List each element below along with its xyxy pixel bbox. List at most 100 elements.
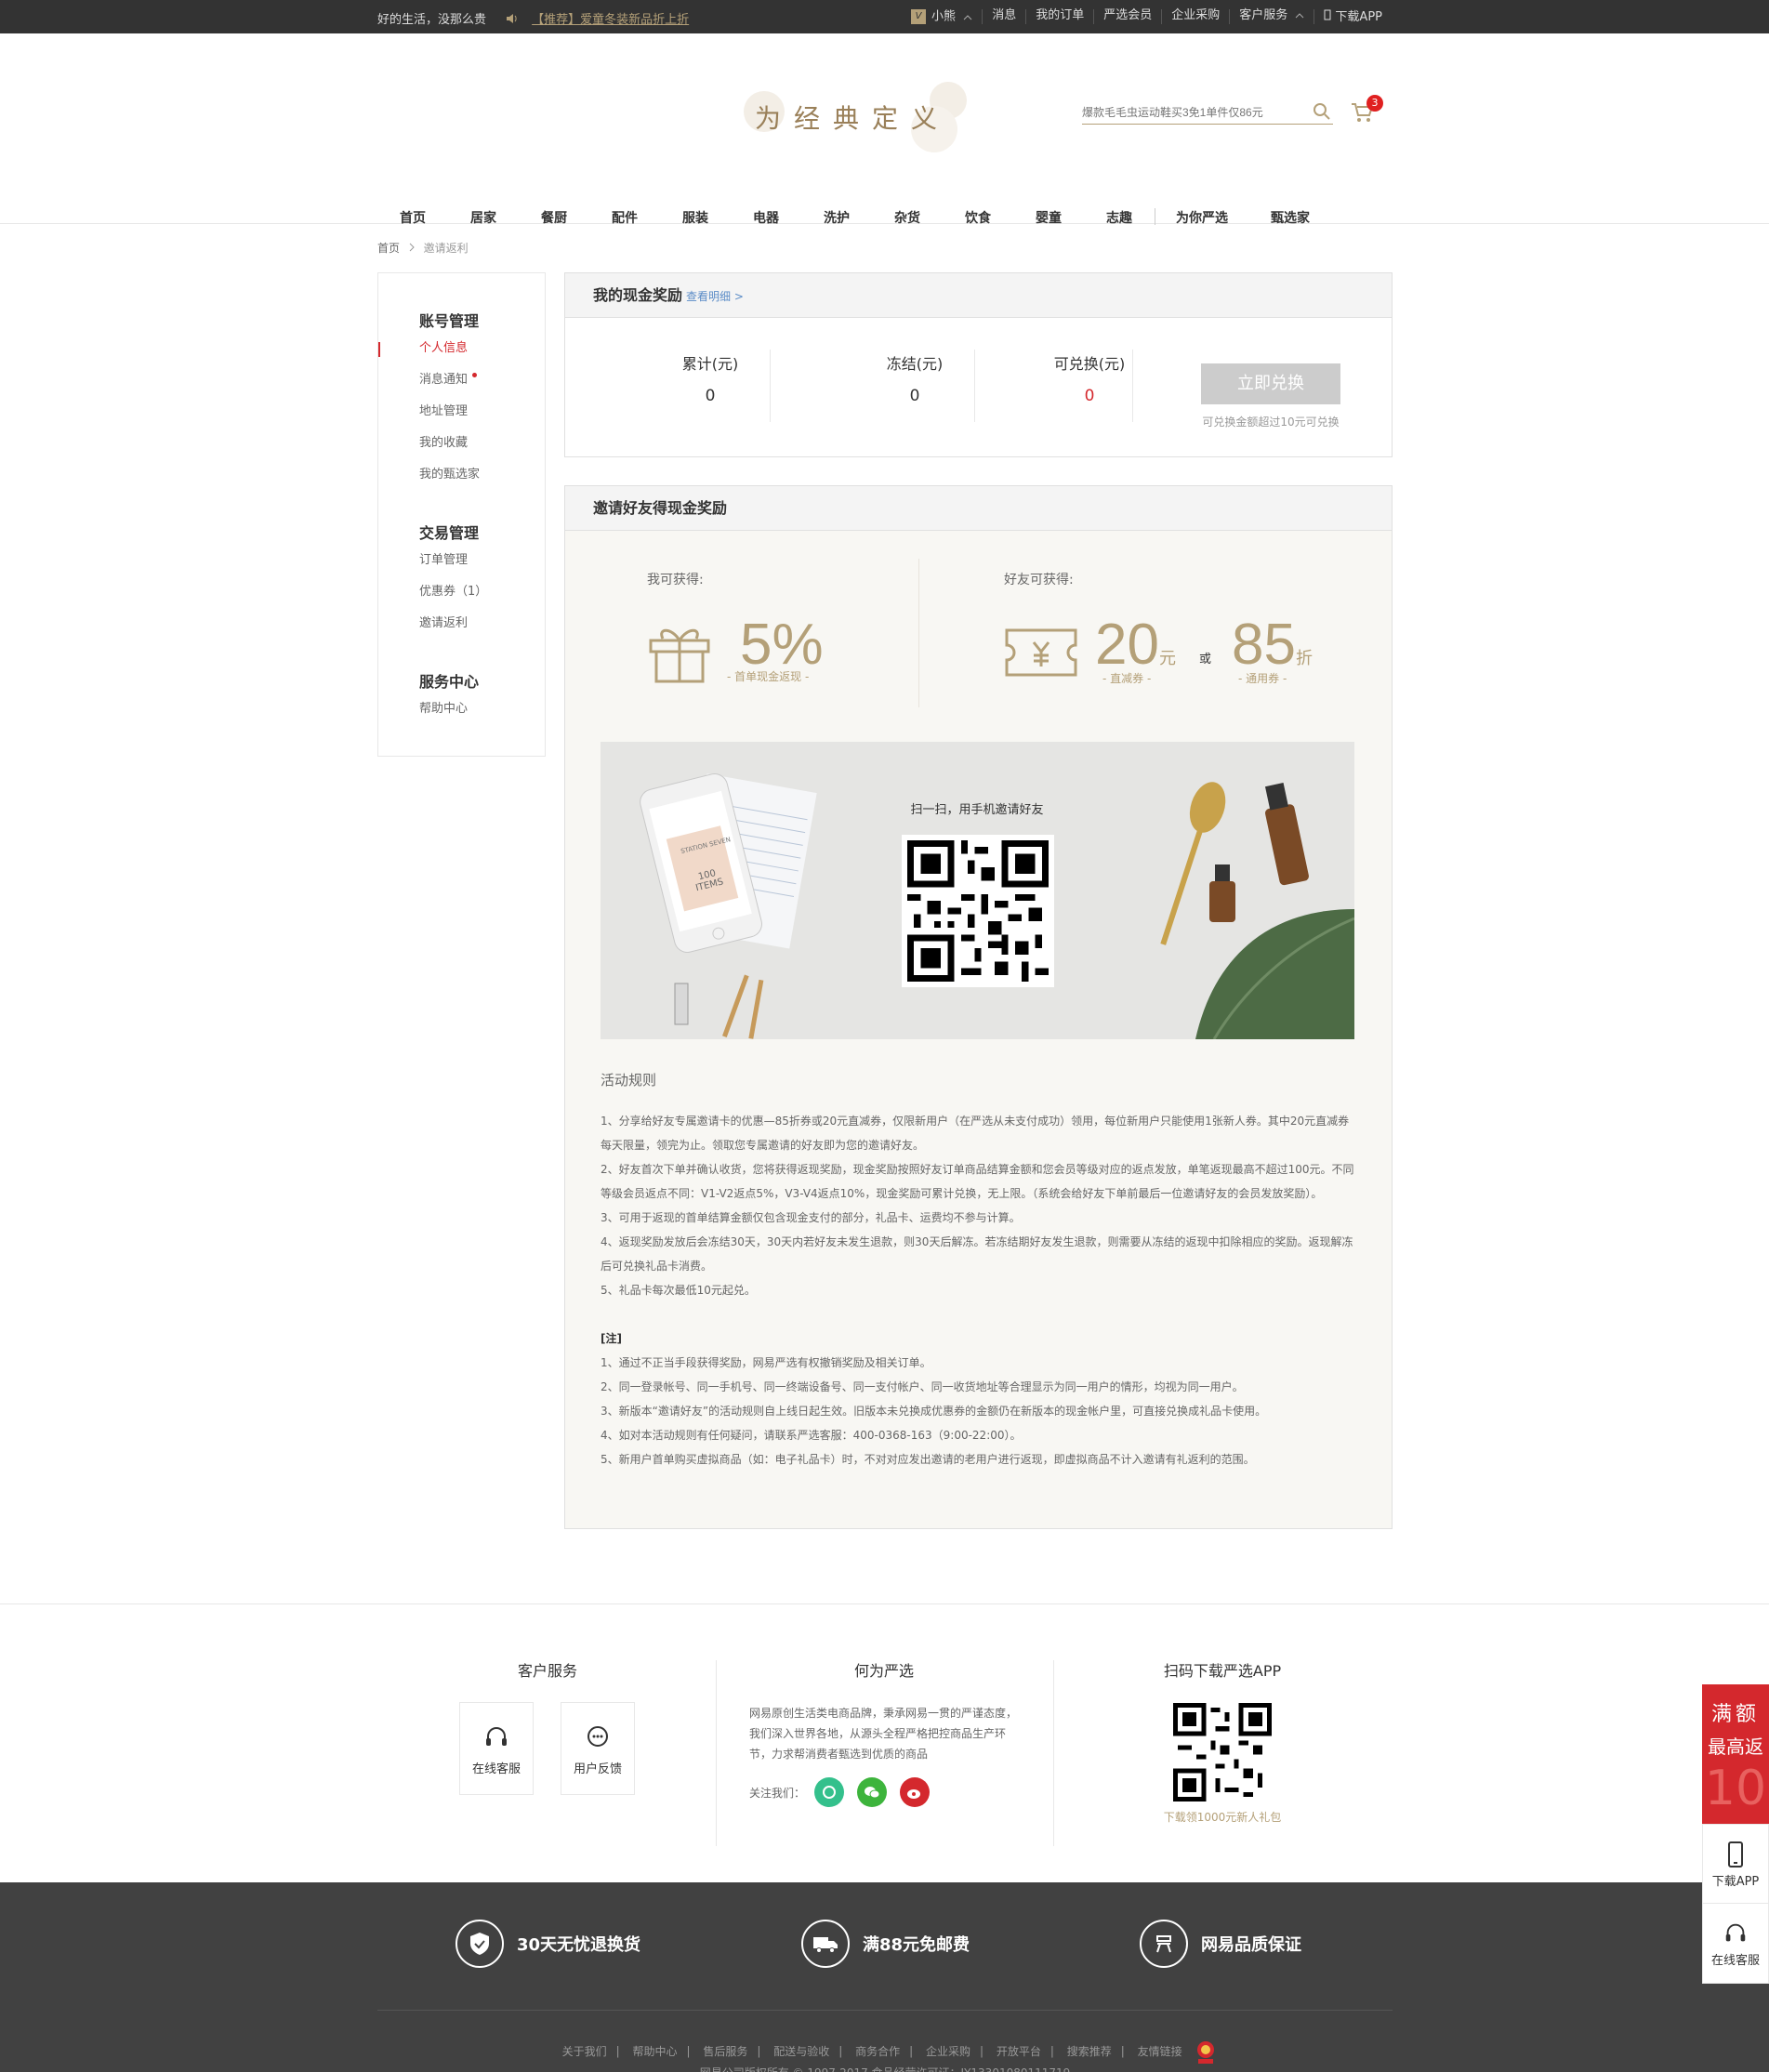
- sidebar-group-title: 账号管理: [419, 312, 480, 330]
- nav-food[interactable]: 饮食: [943, 208, 1013, 227]
- phone-icon: [1728, 1841, 1743, 1867]
- promise-shipping: 满88元免邮费: [801, 1920, 970, 1968]
- footer-app: 扫码下载严选APP 下载领1000元新人礼包: [1136, 1658, 1309, 1825]
- note-item: 5、新用户首单购买虚拟商品（如：电子礼品卡）时，不对对应发出邀请的老用户进行返现…: [601, 1453, 1255, 1466]
- sidebar-item-orders[interactable]: 订单管理: [378, 545, 545, 576]
- sidebar-group-service: 服务中心 帮助中心: [378, 669, 545, 725]
- sidebar-item-address[interactable]: 地址管理: [378, 396, 545, 428]
- rule-item: 2、好友首次下单并确认收货，您将获得返现奖励，现金奖励按照好友订单商品结算金额和…: [601, 1163, 1354, 1200]
- top-link-membership[interactable]: 严选会员: [1093, 9, 1161, 24]
- breadcrumb-home[interactable]: 首页: [377, 242, 400, 255]
- app-tip: 下载领1000元新人礼包: [1163, 1811, 1282, 1824]
- top-link-service[interactable]: 客户服务: [1229, 9, 1314, 24]
- promo-banner[interactable]: 满额 最高返 10: [1702, 1684, 1769, 1824]
- sidebar-item-messages[interactable]: 消息通知: [378, 364, 545, 396]
- nav-accessories[interactable]: 配件: [589, 208, 660, 227]
- notes-title: [注]: [601, 1332, 622, 1345]
- promise-label: 满88元免邮费: [863, 1935, 970, 1955]
- redeem-tip: 可兑换金额超过10元可兑换: [1202, 416, 1340, 429]
- sidebar-item-favorites[interactable]: 我的收藏: [378, 428, 545, 459]
- top-link-orders[interactable]: 我的订单: [1025, 9, 1093, 24]
- top-link-messages[interactable]: 消息: [982, 9, 1025, 24]
- sidebar-item-label: 消息通知: [419, 373, 469, 387]
- weibo-icon[interactable]: [900, 1777, 931, 1807]
- online-service-button[interactable]: 在线客服: [459, 1702, 534, 1795]
- sidebar-item-help[interactable]: 帮助中心: [378, 693, 545, 725]
- top-links: V 小熊 消息 我的订单 严选会员 企业采购 客户服务 下载APP: [902, 9, 1392, 24]
- nav-selectors[interactable]: 甄选家: [1248, 208, 1332, 227]
- follow-label: 关注我们：: [749, 1786, 806, 1800]
- nav-for-you[interactable]: 为你严选: [1155, 208, 1248, 227]
- search-icon[interactable]: [1313, 102, 1331, 121]
- nav-home[interactable]: 首页: [377, 208, 448, 227]
- footer-link-aftersales[interactable]: 售后服务: [693, 2045, 757, 2058]
- footer-bottom: 30天无忧退换货 满88元免邮费 网易品质保证 关于我们 | 帮助中心 | 售后服务…: [0, 1882, 1769, 2072]
- sidebar-item-invite[interactable]: 邀请返利: [378, 608, 545, 640]
- feedback-button[interactable]: 用户反馈: [561, 1702, 635, 1795]
- footer-link-open-platform[interactable]: 开放平台: [987, 2045, 1050, 2058]
- police-badge-icon[interactable]: [1195, 2039, 1217, 2065]
- footer-link-help[interactable]: 帮助中心: [623, 2045, 686, 2058]
- chevron-right-icon: [409, 243, 415, 252]
- nav-clothing[interactable]: 服装: [660, 208, 731, 227]
- friend-reward-value: 85: [1232, 613, 1296, 677]
- feedback-label: 用户反馈: [573, 1762, 622, 1776]
- sidebar-item-coupons[interactable]: 优惠券（1）: [378, 576, 545, 608]
- footer-links: 关于我们 | 帮助中心 | 售后服务 | 配送与验收 | 商务合作 | 企业采购 | 开放平…: [377, 2010, 1393, 2072]
- nav-baby[interactable]: 婴童: [1013, 208, 1084, 227]
- friend-label: 好友可获得:: [1004, 573, 1074, 587]
- footer-link-friends[interactable]: 友情链接: [1129, 2045, 1192, 2058]
- promise-label: 30天无忧退换货: [517, 1935, 641, 1955]
- main-nav: 首页 居家 餐厨 配件 服装 电器 洗护 杂货 饮食 婴童 志趣 为你严选 甄选…: [377, 208, 1332, 227]
- float-download-app[interactable]: 下载APP: [1702, 1824, 1769, 1904]
- nav-kitchen[interactable]: 餐厨: [519, 208, 589, 227]
- wechat-icon[interactable]: [857, 1777, 888, 1807]
- search-box[interactable]: [1082, 102, 1333, 125]
- nav-appliances[interactable]: 电器: [731, 208, 801, 227]
- nav-sundries[interactable]: 杂货: [872, 208, 943, 227]
- rule-item: 3、可用于返现的首单结算金额仅包含现金支付的部分，礼品卡、运费均不参与计算。: [601, 1211, 1021, 1224]
- search-input[interactable]: [1082, 102, 1305, 119]
- floating-sidebar: 满额 最高返 10 下载APP 在线客服: [1702, 1684, 1769, 1984]
- user-name: 小熊: [931, 9, 957, 24]
- notice[interactable]: 【推荐】爱童冬装新品折上折: [506, 9, 689, 27]
- sidebar-group-title: 服务中心: [419, 673, 480, 691]
- promo-text: 10: [1704, 1761, 1767, 1816]
- footer-link-about[interactable]: 关于我们: [553, 2045, 616, 2058]
- float-download-label: 下载APP: [1711, 1875, 1760, 1889]
- user-menu[interactable]: V 小熊: [902, 9, 982, 24]
- footer-link-enterprise[interactable]: 企业采购: [917, 2045, 980, 2058]
- float-online-service[interactable]: 在线客服: [1702, 1904, 1769, 1984]
- footer-link-search[interactable]: 搜索推荐: [1058, 2045, 1121, 2058]
- view-detail-link[interactable]: 查看明细 >: [686, 290, 744, 303]
- service-label: 客户服务: [1239, 8, 1288, 22]
- gift-icon: [649, 628, 710, 683]
- sidebar-group-trade: 交易管理 订单管理 优惠券（1） 邀请返利: [378, 521, 545, 640]
- note-item: 4、如对本活动规则有任何疑问，请联系严选客服：400-0368-163（9:00…: [601, 1429, 1022, 1442]
- sidebar-item-selector[interactable]: 我的甄选家: [378, 459, 545, 491]
- breadcrumb-current: 邀请返利: [423, 242, 469, 255]
- stat-total: 累计(元) 0: [608, 351, 812, 405]
- notice-link[interactable]: 【推荐】爱童冬装新品折上折: [532, 13, 689, 27]
- footer-link-delivery[interactable]: 配送与验收: [764, 2045, 838, 2058]
- promise-label: 网易品质保证: [1201, 1935, 1301, 1955]
- nav-personal-care[interactable]: 洗护: [801, 208, 872, 227]
- top-link-app[interactable]: 下载APP: [1314, 9, 1392, 24]
- chat-icon: [587, 1726, 608, 1747]
- footer-about: 何为严选 网易原创生活类电商品牌，秉承网易一贯的严谨态度，我们深入世界各地，从源…: [749, 1658, 1019, 1807]
- nav-hobbies[interactable]: 志趣: [1084, 208, 1155, 227]
- logo[interactable]: 为经典定义: [744, 82, 985, 156]
- friend-reward-unit: 折: [1295, 649, 1313, 668]
- friend-reward-caption: - 通用券 -: [1238, 672, 1287, 685]
- truck-icon: [801, 1920, 850, 1968]
- nav-home-living[interactable]: 居家: [448, 208, 519, 227]
- top-link-enterprise[interactable]: 企业采购: [1161, 9, 1229, 24]
- yixin-icon[interactable]: [814, 1777, 845, 1807]
- redeem-button[interactable]: 立即兑换: [1201, 363, 1340, 404]
- panel-header: 我的现金奖励 查看明细 >: [565, 273, 1392, 318]
- chevron-up-icon: [963, 14, 972, 20]
- sidebar-item-profile[interactable]: 个人信息: [378, 333, 545, 364]
- footer-link-business[interactable]: 商务合作: [846, 2045, 909, 2058]
- panel-header: 邀请好友得现金奖励: [565, 486, 1392, 531]
- app-label: 下载APP: [1335, 10, 1382, 24]
